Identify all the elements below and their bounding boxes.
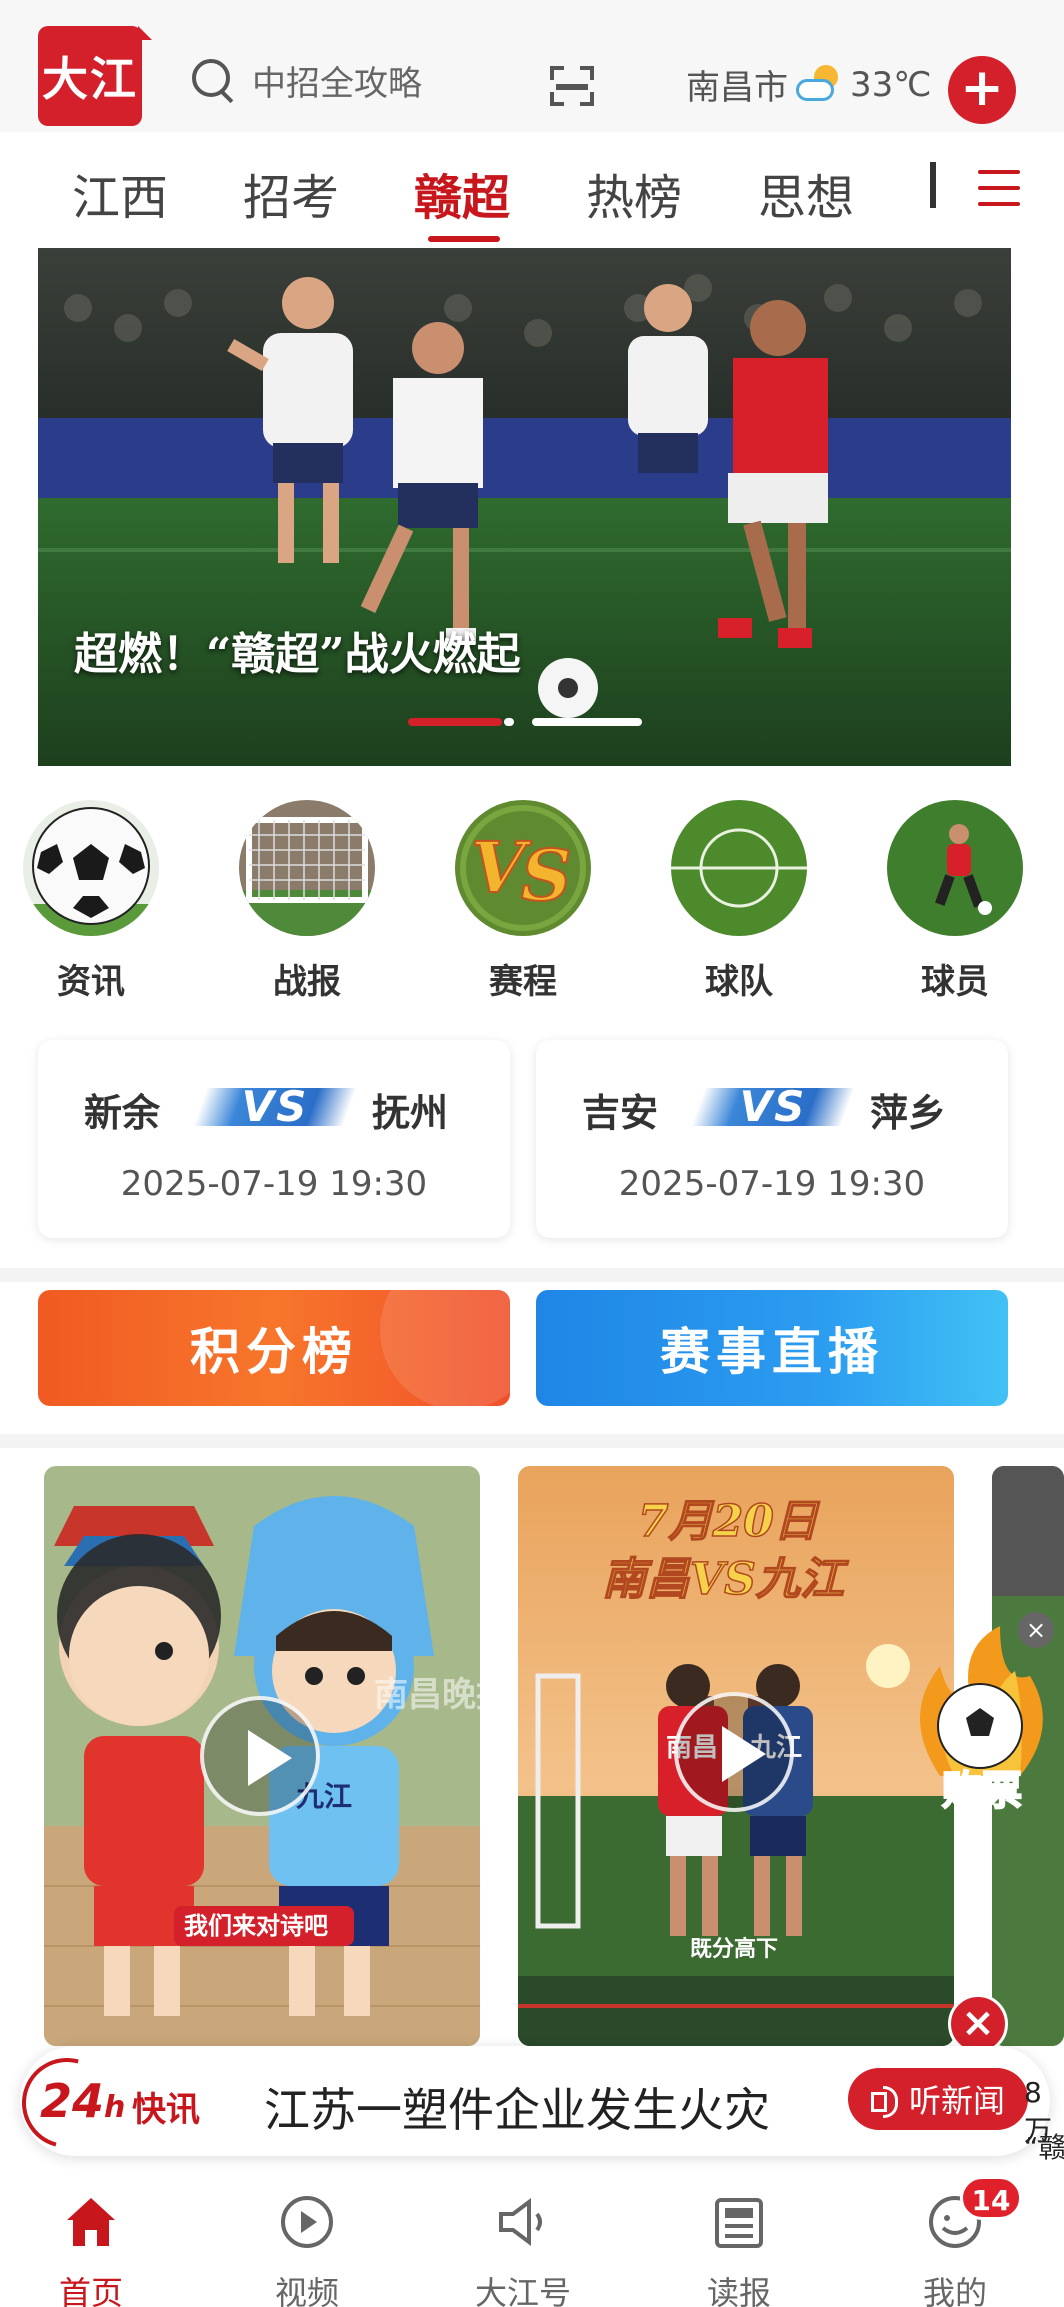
peek-text: “赣	[1024, 2131, 1064, 2164]
home-team: 新余	[84, 1091, 161, 1135]
tab-ganchao[interactable]: 赣超	[414, 158, 510, 228]
shortcut-news-label: 资讯	[57, 962, 125, 1002]
carousel-dot-marker	[504, 718, 514, 726]
nav-video[interactable]: 视频	[232, 2192, 382, 2307]
tab-sixiang[interactable]: 思想	[758, 158, 854, 228]
scan-icon[interactable]	[550, 66, 594, 106]
home-icon	[61, 2192, 121, 2252]
shortcut-schedule-label: 赛程	[489, 962, 557, 1002]
search-placeholder: 中招全攻略	[252, 63, 422, 104]
pitch-icon	[671, 800, 807, 936]
news-headline[interactable]: 江苏一塑件企业发生火灾	[264, 2074, 770, 2140]
menu-icon[interactable]	[978, 170, 1020, 210]
speaker-icon	[870, 2086, 901, 2118]
nav-me-label: 我的	[922, 2274, 987, 2307]
ticket-ad-close-icon[interactable]: ×	[1018, 1612, 1054, 1648]
goal-net-icon	[239, 800, 375, 936]
tab-jiangxi[interactable]: 江西	[72, 158, 168, 228]
video-title-line2: 南昌VS九江	[602, 1554, 849, 1605]
shortcut-schedule[interactable]: V S 赛程	[448, 800, 598, 1003]
shortcut-teams-label: 球队	[705, 962, 773, 1002]
video-title-line1: 7月20日	[638, 1496, 820, 1547]
notification-badge: 14	[960, 2176, 1022, 2220]
play-icon[interactable]	[674, 1692, 794, 1812]
vs-text: VS	[739, 1082, 807, 1131]
add-button[interactable]: +	[948, 56, 1016, 124]
channel-tabs: 江西 招考 赣超 热榜 思想	[0, 132, 1064, 242]
close-icon[interactable]: ×	[948, 1994, 1008, 2054]
shortcut-players-label: 球员	[921, 962, 989, 1002]
home-team: 吉安	[582, 1091, 659, 1135]
nav-home-label: 首页	[58, 2274, 123, 2307]
video-card[interactable]: 南昌 九江 7月20日 南昌VS九江 既分高下	[518, 1466, 954, 2046]
fire-soccer-icon: 购票	[920, 1626, 1043, 1815]
player-icon	[887, 800, 1023, 936]
away-team: 抚州	[372, 1091, 449, 1135]
shortcut-news[interactable]: 资讯	[16, 800, 166, 1003]
megaphone-icon	[493, 2192, 553, 2252]
vs-icon: V S	[455, 800, 591, 936]
video-caption: 我们来对诗吧	[184, 1912, 328, 1940]
banner-caption: 超燃！“赣超”战火燃起	[74, 629, 521, 680]
vs-badge: VS	[691, 1080, 855, 1134]
flash-word: 快讯	[132, 2090, 200, 2130]
section-divider	[0, 1268, 1064, 1282]
newspaper-icon	[709, 2192, 769, 2252]
nav-video-label: 视频	[274, 2274, 339, 2307]
carousel-dot	[532, 718, 642, 726]
tab-rebang[interactable]: 热榜	[586, 158, 682, 228]
banner-image	[38, 248, 1011, 766]
top-bar: 大江 中招全攻略 南昌市 33℃ +	[0, 0, 1064, 132]
search-icon	[190, 57, 236, 103]
live-button[interactable]: 赛事直播	[536, 1290, 1008, 1406]
flash-news-bar[interactable]: 24h 快讯 江苏一塑件企业发生火灾 听新闻	[5, 2041, 1050, 2165]
play-icon[interactable]	[200, 1696, 320, 1816]
nav-newspaper-label: 读报	[706, 2274, 771, 2307]
away-team: 萍乡	[870, 1091, 947, 1135]
nav-newspaper[interactable]: 读报	[664, 2192, 814, 2307]
partly-cloudy-icon	[796, 64, 842, 105]
listen-news-label: 听新闻	[908, 2082, 1005, 2120]
ticket-ad[interactable]: 购票	[900, 1626, 1064, 1816]
shortcut-reports[interactable]: 战报	[232, 800, 382, 1003]
nav-dajianghao[interactable]: 大江号	[448, 2192, 598, 2307]
active-tab-indicator	[428, 236, 500, 242]
vs-badge: VS	[193, 1080, 357, 1134]
hero-banner[interactable]: 超燃！“赣超”战火燃起	[38, 248, 1011, 766]
match-time: 2025-07-19 19:30	[618, 1164, 926, 1204]
match-card[interactable]: 新余 VS 抚州 2025-07-19 19:30	[38, 1040, 510, 1238]
flash-news-logo: 24h 快讯	[5, 2041, 218, 2165]
listen-news-button[interactable]: 听新闻	[848, 2068, 1028, 2130]
app-logo[interactable]: 大江	[38, 26, 152, 126]
shortcut-reports-label: 战报	[273, 962, 341, 1002]
nav-home[interactable]: 首页	[16, 2192, 166, 2307]
shortcut-teams[interactable]: 球队	[664, 800, 814, 1003]
video-caption: 既分高下	[690, 1936, 778, 1962]
carousel-dot-active	[408, 718, 502, 726]
app-screen: 大江 中招全攻略 南昌市 33℃ + 江西 招考 赣超 热榜 思想 超燃！“赣超…	[0, 0, 1064, 2307]
match-time: 2025-07-19 19:30	[120, 1164, 428, 1204]
temperature-label: 33℃	[850, 64, 932, 105]
tab-zhaokao[interactable]: 招考	[243, 158, 339, 228]
section-divider	[0, 1434, 1064, 1448]
vs-text: VS	[241, 1082, 309, 1131]
video-card[interactable]: 九江 南昌晚报 我们来对诗吧	[44, 1466, 480, 2046]
svg-text:S: S	[521, 834, 572, 917]
shortcut-players[interactable]: 球员	[880, 800, 1030, 1003]
nav-dajianghao-label: 大江号	[474, 2274, 571, 2307]
standings-button[interactable]: 积分榜	[38, 1290, 510, 1406]
ticket-ad-label: 购票	[942, 1768, 1022, 1814]
video-watermark: 南昌晚报	[374, 1675, 480, 1715]
bottom-nav: 首页 视频 大江号 读报 我的	[0, 2170, 1064, 2307]
flash-number: 24	[40, 2074, 105, 2128]
play-circle-icon	[277, 2192, 337, 2252]
soccer-ball-icon	[23, 800, 159, 936]
weather-widget[interactable]: 南昌市 33℃	[686, 60, 931, 109]
carousel-indicator	[408, 718, 648, 726]
tab-overflow-indicator	[930, 162, 936, 208]
flash-unit: h	[104, 2090, 126, 2125]
match-card[interactable]: 吉安 VS 萍乡 2025-07-19 19:30	[536, 1040, 1008, 1238]
shortcut-row: 资讯 战报 V S 赛程 球队 球员	[0, 800, 1064, 1010]
location-label: 南昌市	[686, 68, 788, 108]
